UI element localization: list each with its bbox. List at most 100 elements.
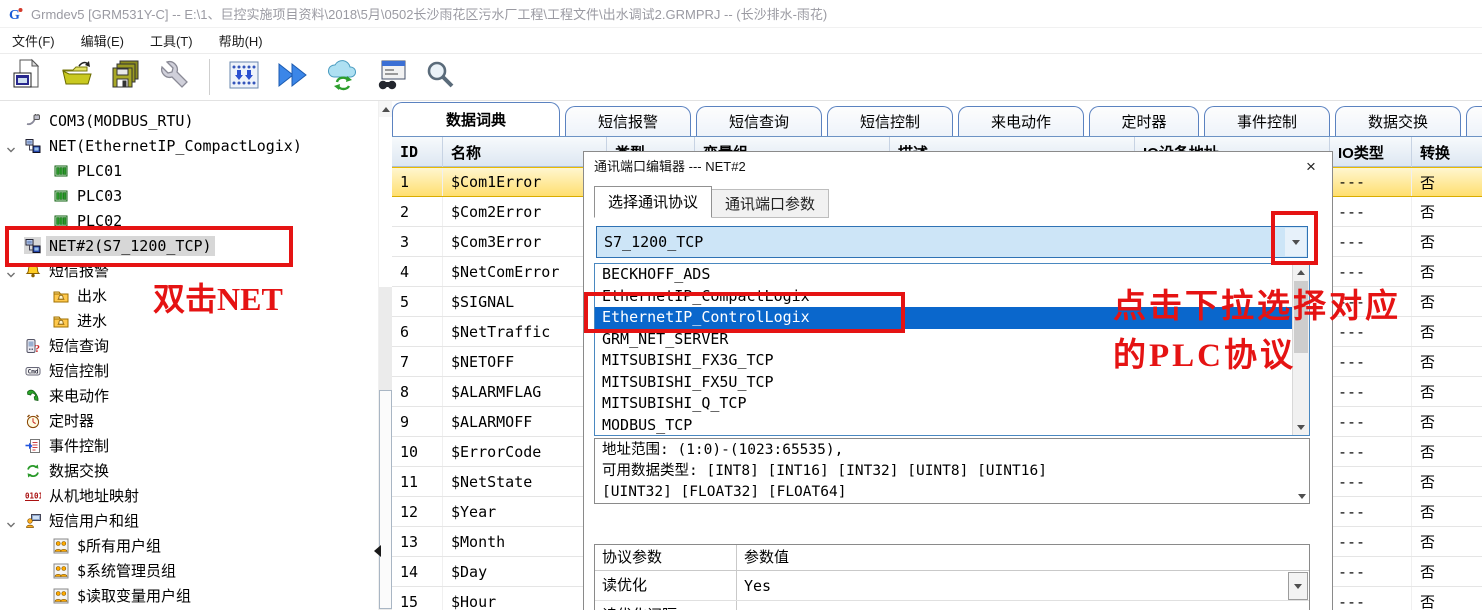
tree-item-label: 进水 xyxy=(77,312,108,330)
cell-转换: 否 xyxy=(1412,197,1482,226)
tree-item-label: COM3(MODBUS_RTU) xyxy=(49,111,194,130)
tab-5[interactable]: 来电动作 xyxy=(958,106,1084,136)
tree-item--[interactable]: $读取变量用户组 xyxy=(52,583,194,608)
tab-6[interactable]: 定时器 xyxy=(1089,106,1199,136)
tree-item-plc02[interactable]: PLC02 xyxy=(52,208,125,233)
tab-label: 定时器 xyxy=(1121,114,1167,131)
tab-label: 来电动作 xyxy=(990,114,1051,131)
toolbar-button[interactable] xyxy=(155,57,195,97)
dialog-tab-1[interactable]: 选择通讯协议 xyxy=(594,186,713,218)
toolbar-button[interactable] xyxy=(57,57,97,97)
comm-port-editor-dialog: 通讯端口编辑器 --- NET#2 × 选择通讯协议 通讯端口参数 S7_1200… xyxy=(583,151,1333,610)
tree-item-label: PLC03 xyxy=(77,186,123,205)
protocol-option[interactable]: BECKHOFF_ADS xyxy=(595,264,1292,286)
list-scrollbar-thumb[interactable] xyxy=(1294,281,1308,353)
param-name-header: 协议参数 xyxy=(595,545,737,570)
param-row[interactable]: 读优化间隔 xyxy=(595,601,1309,610)
tree-item--[interactable]: 数据交换 xyxy=(24,458,112,483)
tree-item-plc03[interactable]: PLC03 xyxy=(52,183,125,208)
chevron-down-icon[interactable] xyxy=(6,266,16,284)
splitter-collapse-icon[interactable] xyxy=(374,545,381,557)
protocol-option[interactable]: MITSUBISHI_FX5U_TCP xyxy=(595,372,1292,394)
tree-scrollbar-thumb[interactable] xyxy=(379,390,392,609)
combo-dropdown-icon[interactable] xyxy=(1285,228,1306,256)
toolbar-button[interactable] xyxy=(273,57,313,97)
menu-bar: 文件(F) 编辑(E) 工具(T) 帮助(H) xyxy=(0,28,1482,54)
tab-3[interactable]: 短信查询 xyxy=(696,106,822,136)
menu-item[interactable]: 编辑(E) xyxy=(81,31,124,50)
chevron-down-icon[interactable] xyxy=(6,141,16,159)
tree-item-label: NET(EthernetIP_CompactLogix) xyxy=(49,136,302,155)
tree-item-label: 短信用户和组 xyxy=(49,512,140,530)
data-exchange-icon xyxy=(24,462,41,479)
param-value-dropdown-icon[interactable] xyxy=(1288,572,1308,600)
scroll-down-icon[interactable] xyxy=(1298,494,1306,499)
protocol-option[interactable]: MITSUBISHI_Q_TCP xyxy=(595,393,1292,415)
toolbar-button[interactable] xyxy=(224,57,264,97)
tab-8[interactable]: 数据交换 xyxy=(1335,106,1461,136)
cell-ID: 15 xyxy=(392,587,443,610)
download-config-icon xyxy=(227,58,261,97)
tree-item-net-2-s7_1200_tcp-[interactable]: NET#2(S7_1200_TCP) xyxy=(24,233,215,258)
protocol-option[interactable]: EthernetIP_ControlLogix xyxy=(595,307,1292,329)
svg-text:G: G xyxy=(9,8,20,22)
toolbar-button[interactable] xyxy=(106,57,146,97)
toolbar-button[interactable] xyxy=(322,57,362,97)
tree-item-label: $读取变量用户组 xyxy=(77,587,192,605)
param-row[interactable]: 读优化 Yes xyxy=(595,571,1309,601)
scroll-down-icon[interactable] xyxy=(1293,419,1309,435)
tree-item-label: NET#2(S7_1200_TCP) xyxy=(46,235,215,256)
protocol-info-line: 可用数据类型: [INT8] [INT16] [INT32] [UINT8] [… xyxy=(602,463,1047,479)
protocol-option[interactable]: MITSUBISHI_FX3G_TCP xyxy=(595,350,1292,372)
chevron-down-icon[interactable] xyxy=(6,516,16,534)
title-bar: G Grmdev5 [GRM531Y-C] -- E:\1、巨控实施项目资料\2… xyxy=(0,0,1482,28)
tree-item--[interactable]: 0101 从机地址映射 xyxy=(24,483,142,508)
list-scrollbar[interactable] xyxy=(1292,264,1309,435)
tree-item-com3-modbus_rtu-[interactable]: COM3(MODBUS_RTU) xyxy=(24,108,197,133)
toolbar-button[interactable] xyxy=(420,57,460,97)
event-control-icon xyxy=(24,437,41,454)
cell-ID: 7 xyxy=(392,347,443,376)
column-header-8[interactable]: 转换 xyxy=(1412,137,1482,167)
tree-scrollbar[interactable] xyxy=(374,101,392,610)
tree-item--[interactable]: 来电动作 xyxy=(24,383,112,408)
tree-item-net-ethernetip_compactlogix-[interactable]: NET(EthernetIP_CompactLogix) xyxy=(7,133,305,158)
tree-item--[interactable]: 出水 xyxy=(52,283,110,308)
protocol-option[interactable]: EthernetIP_CompactLogix xyxy=(595,286,1292,308)
tree-item--[interactable]: 事件控制 xyxy=(24,433,112,458)
toolbar-button[interactable] xyxy=(8,57,48,97)
tab-4[interactable]: 短信控制 xyxy=(827,106,953,136)
tree-item--[interactable]: 短信报警 xyxy=(7,258,112,283)
protocol-option[interactable]: GRM_NET_SERVER xyxy=(595,329,1292,351)
menu-item[interactable]: 帮助(H) xyxy=(219,31,263,50)
tree-item--[interactable]: $系统管理员组 xyxy=(52,558,179,583)
menu-item[interactable]: 文件(F) xyxy=(12,31,55,50)
tree-item--[interactable]: $所有用户组 xyxy=(52,533,164,558)
scroll-up-icon[interactable] xyxy=(1293,264,1309,280)
protocol-option[interactable]: MODBUS_TCP xyxy=(595,415,1292,436)
tree-item--[interactable]: 进水 xyxy=(52,308,110,333)
tree-item--[interactable]: ? 短信查询 xyxy=(24,333,112,358)
tree-item--[interactable]: 定时器 xyxy=(24,408,97,433)
param-name: 读优化间隔 xyxy=(595,601,737,610)
column-header-1[interactable]: ID xyxy=(392,137,443,167)
protocol-combo[interactable]: S7_1200_TCP xyxy=(596,226,1308,258)
tab-7[interactable]: 事件控制 xyxy=(1204,106,1330,136)
run-fast-forward-icon xyxy=(276,58,310,97)
tab-1[interactable]: 数据词典 xyxy=(392,102,560,136)
column-header-7[interactable]: IO类型 xyxy=(1330,137,1412,167)
tab-9[interactable]: 从机地址映射 xyxy=(1466,106,1482,136)
tree-item-plc01[interactable]: PLC01 xyxy=(52,158,125,183)
tab-2[interactable]: 短信报警 xyxy=(565,106,691,136)
tree-item--[interactable]: Cmd 短信控制 xyxy=(24,358,112,383)
toolbar-button[interactable] xyxy=(371,57,411,97)
tree-item--[interactable]: 短信用户和组 xyxy=(7,508,142,533)
dialog-tab-2[interactable]: 通讯端口参数 xyxy=(712,189,830,218)
cell-ID: 11 xyxy=(392,467,443,496)
user-group-icon xyxy=(52,562,69,579)
serial-port-icon xyxy=(24,112,41,129)
protocol-info-box: 地址范围: (1:0)-(1023:65535), 可用数据类型: [INT8] … xyxy=(594,438,1310,504)
dialog-close-button[interactable]: × xyxy=(1298,155,1324,179)
scroll-up-icon[interactable] xyxy=(379,101,392,117)
menu-item[interactable]: 工具(T) xyxy=(150,31,193,50)
